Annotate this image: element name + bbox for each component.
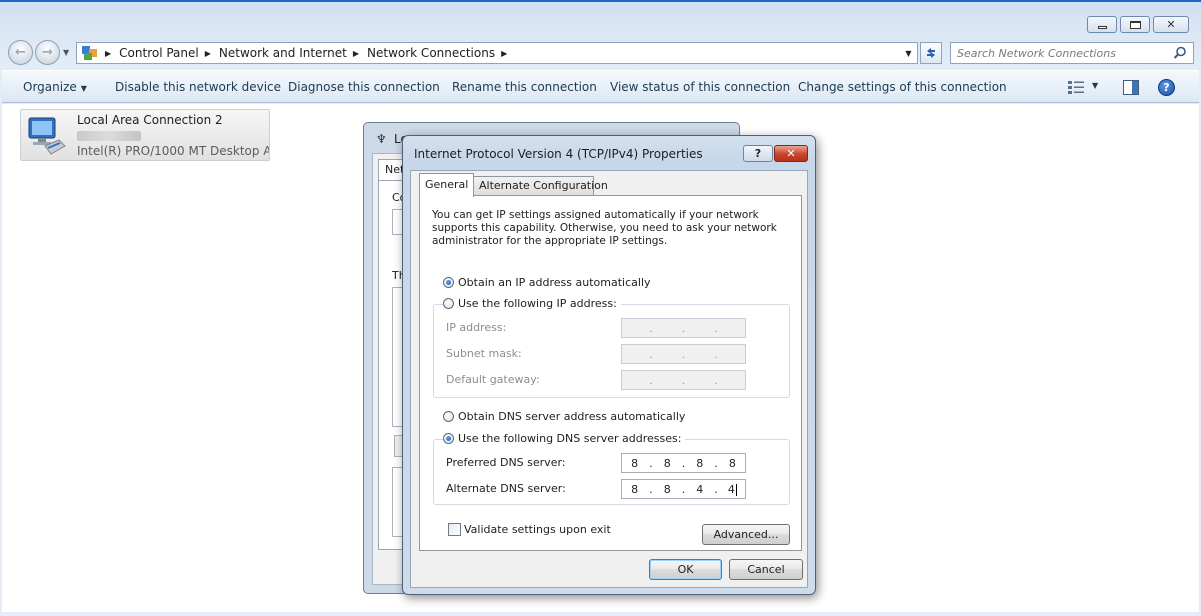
ip-address-field: ... xyxy=(621,318,746,338)
control-panel-icon xyxy=(81,45,99,61)
advanced-button[interactable]: Advanced... xyxy=(702,524,790,545)
tab-alternate-configuration[interactable]: Alternate Configuration xyxy=(473,176,608,195)
radio-indicator xyxy=(443,411,454,422)
breadcrumb-network-and-internet[interactable]: Network and Internet xyxy=(219,46,347,60)
connection-adapter: Intel(R) PRO/1000 MT Desktop Ad... xyxy=(77,144,269,158)
dialog-body: General Alternate Configuration You can … xyxy=(410,170,808,588)
breadcrumb-separator[interactable]: ▶ xyxy=(205,49,211,58)
alternate-dns-octet-3[interactable]: 4 xyxy=(688,483,712,496)
alternate-dns-octet-4-value: 4 xyxy=(727,482,735,496)
intro-text: You can get IP settings assigned automat… xyxy=(432,209,777,247)
default-gateway-field: ... xyxy=(621,370,746,390)
breadcrumb-separator[interactable]: ▶ xyxy=(105,49,111,58)
organize-label: Organize xyxy=(23,80,77,94)
preferred-dns-label: Preferred DNS server: xyxy=(446,456,566,469)
connection-item[interactable]: Local Area Connection 2 Intel(R) PRO/100… xyxy=(20,109,270,161)
breadcrumb-separator[interactable]: ▶ xyxy=(353,49,359,58)
text-cursor xyxy=(735,483,737,496)
change-settings-button[interactable]: Change settings of this connection xyxy=(798,80,1007,94)
search-icon[interactable] xyxy=(1173,46,1187,60)
subnet-mask-label: Subnet mask: xyxy=(446,347,522,360)
preferred-dns-octet-4[interactable]: 8 xyxy=(720,457,744,470)
dialog-help-button[interactable]: ? xyxy=(743,145,773,162)
validate-settings-checkbox[interactable]: Validate settings upon exit xyxy=(448,523,611,536)
close-icon: ✕ xyxy=(1166,18,1176,31)
alternate-dns-octet-1[interactable]: 8 xyxy=(623,483,647,496)
navigation-bar: ← → ▼ ▶ Control Panel ▶ Network and Inte… xyxy=(6,40,1194,66)
view-status-button[interactable]: View status of this connection xyxy=(610,80,790,94)
chevron-down-icon: ▼ xyxy=(905,48,912,58)
dialog-close-button[interactable]: ✕ xyxy=(774,145,808,162)
address-bar[interactable]: ▶ Control Panel ▶ Network and Internet ▶… xyxy=(76,42,918,64)
breadcrumb-control-panel[interactable]: Control Panel xyxy=(119,46,199,60)
checkbox-indicator xyxy=(448,523,461,536)
validate-settings-label: Validate settings upon exit xyxy=(464,523,611,536)
alternate-dns-octet-4[interactable]: 4 xyxy=(720,483,744,496)
preferred-dns-octet-1[interactable]: 8 xyxy=(623,457,647,470)
rename-connection-button[interactable]: Rename this connection xyxy=(452,80,597,94)
alternate-dns-octet-2[interactable]: 8 xyxy=(655,483,679,496)
preferred-dns-octet-2[interactable]: 8 xyxy=(655,457,679,470)
ok-button[interactable]: OK xyxy=(649,559,722,580)
disable-device-button[interactable]: Disable this network device xyxy=(115,80,281,94)
preferred-dns-octet-3[interactable]: 8 xyxy=(688,457,712,470)
chevron-down-icon: ▼ xyxy=(80,84,87,93)
tab-general[interactable]: General xyxy=(419,173,474,197)
recent-pages-dropdown[interactable]: ▼ xyxy=(63,48,69,57)
general-tab-panel: You can get IP settings assigned automat… xyxy=(419,195,802,551)
connection-status-redacted xyxy=(77,131,141,141)
default-gateway-label: Default gateway: xyxy=(446,373,540,386)
alternate-dns-label: Alternate DNS server: xyxy=(446,482,566,495)
use-following-ip-radio[interactable]: Use the following IP address: xyxy=(443,297,621,310)
address-dropdown-button[interactable]: ▼ xyxy=(900,43,917,63)
command-bar: Organize ▼ Disable this network device Di… xyxy=(2,70,1199,103)
radio-indicator xyxy=(443,298,454,309)
views-icon[interactable] xyxy=(1068,80,1084,94)
maximize-icon xyxy=(1129,20,1141,29)
refresh-button[interactable] xyxy=(920,42,942,64)
back-button[interactable]: ← xyxy=(8,40,33,65)
ip-address-label: IP address: xyxy=(446,321,507,334)
diagnose-connection-button[interactable]: Diagnose this connection xyxy=(288,80,440,94)
views-dropdown-icon[interactable]: ▼ xyxy=(1092,81,1098,90)
use-following-dns-radio[interactable]: Use the following DNS server addresses: xyxy=(443,432,686,445)
connection-name: Local Area Connection 2 xyxy=(77,113,223,127)
maximize-button[interactable] xyxy=(1120,16,1150,33)
organize-menu[interactable]: Organize ▼ xyxy=(23,80,87,94)
close-window-button[interactable]: ✕ xyxy=(1153,16,1189,33)
breadcrumb-network-connections[interactable]: Network Connections xyxy=(367,46,495,60)
preferred-dns-field[interactable]: 8. 8. 8. 8 xyxy=(621,453,746,473)
obtain-dns-auto-label: Obtain DNS server address automatically xyxy=(458,410,686,423)
minimize-button[interactable] xyxy=(1087,16,1117,33)
back-arrow-icon: ← xyxy=(15,45,26,60)
search-input[interactable] xyxy=(957,44,1171,62)
window-caption-buttons: ✕ xyxy=(1087,16,1189,33)
use-following-dns-label: Use the following DNS server addresses: xyxy=(458,432,682,445)
preview-pane-icon[interactable] xyxy=(1123,80,1139,95)
alternate-dns-field[interactable]: 8. 8. 4. 4 xyxy=(621,479,746,499)
obtain-ip-auto-radio[interactable]: Obtain an IP address automatically xyxy=(443,276,655,289)
forward-button[interactable]: → xyxy=(35,40,60,65)
use-following-ip-label: Use the following IP address: xyxy=(458,297,617,310)
radio-indicator xyxy=(443,277,454,288)
cancel-button[interactable]: Cancel xyxy=(729,559,803,580)
obtain-dns-auto-radio[interactable]: Obtain DNS server address automatically xyxy=(443,410,690,423)
network-adapter-icon xyxy=(28,117,66,155)
explorer-window: ✕ ← → ▼ ▶ Control Panel ▶ Network and In… xyxy=(0,0,1201,616)
search-box[interactable] xyxy=(950,42,1194,64)
breadcrumb-separator[interactable]: ▶ xyxy=(501,49,507,58)
minimize-icon xyxy=(1097,25,1107,29)
radio-indicator xyxy=(443,433,454,444)
forward-arrow-icon: → xyxy=(42,45,53,60)
subnet-mask-field: ... xyxy=(621,344,746,364)
ipv4-properties-dialog: Internet Protocol Version 4 (TCP/IPv4) P… xyxy=(402,135,816,595)
network-adapter-icon: ♆ xyxy=(376,132,387,146)
close-icon: ✕ xyxy=(786,147,796,160)
obtain-ip-auto-label: Obtain an IP address automatically xyxy=(458,276,651,289)
help-icon[interactable]: ? xyxy=(1158,79,1175,96)
refresh-icon xyxy=(927,48,935,58)
dialog-title: Internet Protocol Version 4 (TCP/IPv4) P… xyxy=(414,147,703,161)
